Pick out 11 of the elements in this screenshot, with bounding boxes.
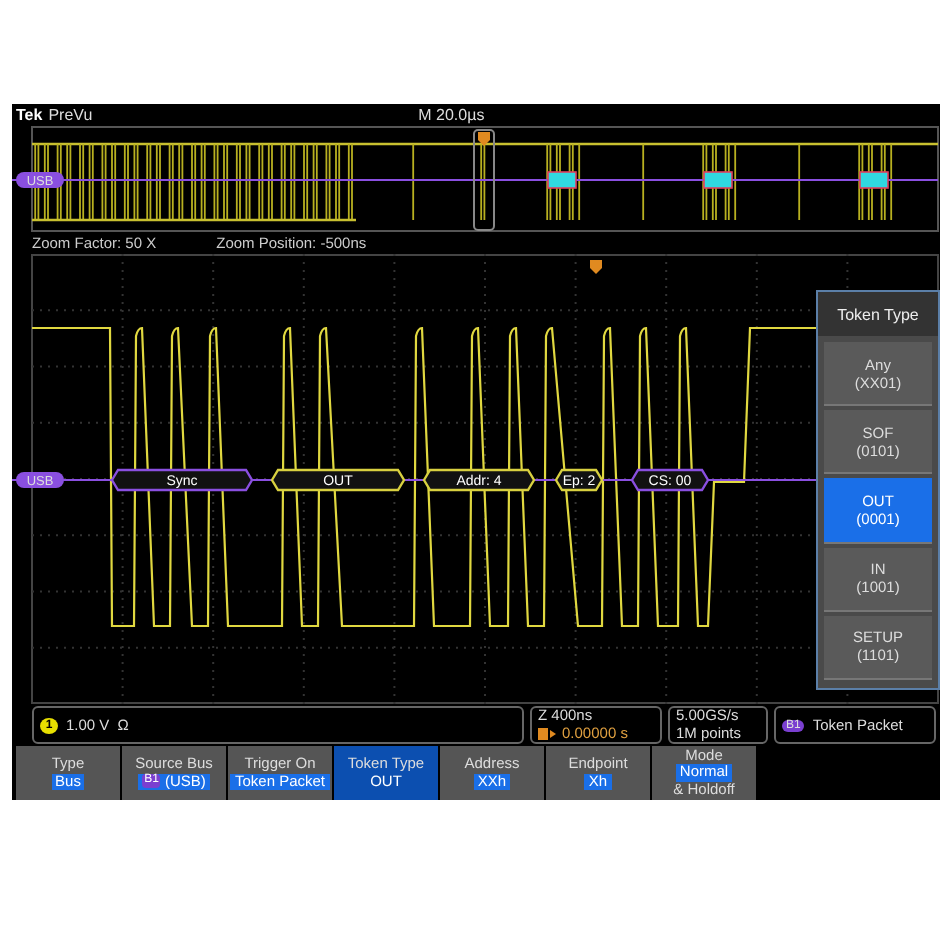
brand-label: Tek — [16, 106, 43, 124]
trigger-position-icon — [538, 727, 558, 740]
trigger-marker-icon — [478, 132, 490, 146]
menu-title: Token Type — [818, 292, 938, 336]
timebase-readout: M 20.0µs — [418, 106, 485, 124]
zoom-window-frame — [473, 129, 495, 231]
packet-marker — [703, 171, 733, 189]
packet-marker — [547, 171, 577, 189]
trigger-marker-icon — [590, 260, 602, 274]
mode-label: PreVu — [48, 106, 93, 124]
packet-marker — [859, 171, 889, 189]
